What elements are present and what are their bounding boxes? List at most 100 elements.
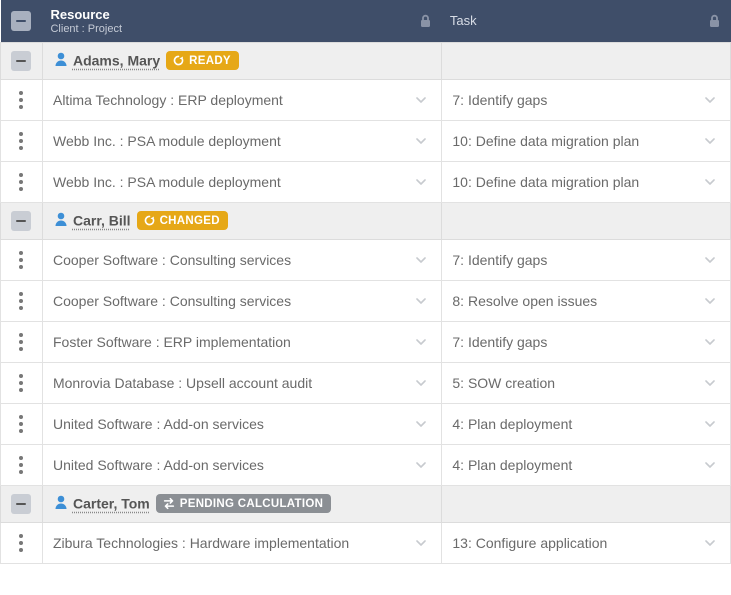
project-text: Cooper Software : Consulting services	[53, 293, 291, 309]
table-row: Monrovia Database : Upsell account audit…	[1, 362, 731, 403]
row-project-cell[interactable]: Altima Technology : ERP deployment	[42, 79, 441, 120]
table-row: United Software : Add-on services 4: Plan…	[1, 444, 731, 485]
chevron-down-icon[interactable]	[411, 414, 431, 434]
row-project-cell[interactable]: Zibura Technologies : Hardware implement…	[42, 522, 441, 563]
row-project-cell[interactable]: Monrovia Database : Upsell account audit	[42, 362, 441, 403]
row-project-cell[interactable]: Cooper Software : Consulting services	[42, 239, 441, 280]
collapse-all-button[interactable]	[11, 11, 31, 31]
group-task-cell	[442, 202, 731, 239]
row-task-cell[interactable]: 10: Define data migration plan	[442, 161, 731, 202]
task-text: 13: Configure application	[452, 535, 607, 551]
header-resource-sub: Client : Project	[50, 23, 433, 35]
project-text: Cooper Software : Consulting services	[53, 252, 291, 268]
header-collapse-cell	[1, 0, 43, 42]
task-text: 8: Resolve open issues	[452, 293, 597, 309]
chevron-down-icon[interactable]	[700, 414, 720, 434]
row-project-cell[interactable]: United Software : Add-on services	[42, 444, 441, 485]
task-text: 4: Plan deployment	[452, 416, 572, 432]
collapse-group-button[interactable]	[11, 494, 31, 514]
person-icon	[53, 211, 69, 230]
lock-icon[interactable]	[708, 14, 721, 28]
table-row: Webb Inc. : PSA module deployment 10: Def…	[1, 120, 731, 161]
chevron-down-icon[interactable]	[700, 455, 720, 475]
drag-handle-icon[interactable]	[1, 363, 42, 403]
chevron-down-icon[interactable]	[700, 332, 720, 352]
row-project-cell[interactable]: Webb Inc. : PSA module deployment	[42, 120, 441, 161]
group-resource-cell: Adams, Mary READY	[42, 42, 441, 79]
person-name-link[interactable]: Carr, Bill	[73, 213, 131, 229]
row-project-cell[interactable]: Foster Software : ERP implementation	[42, 321, 441, 362]
header-resource-title: Resource	[50, 7, 433, 22]
chevron-down-icon[interactable]	[411, 131, 431, 151]
row-task-cell[interactable]: 7: Identify gaps	[442, 79, 731, 120]
group-row: Carr, Bill CHANGED	[1, 202, 731, 239]
resource-task-table: ResourceClient : ProjectTaskAdams, MaryR…	[0, 0, 731, 564]
row-project-cell[interactable]: Cooper Software : Consulting services	[42, 280, 441, 321]
status-badge-label: READY	[189, 55, 231, 67]
header-task-cell[interactable]: Task	[442, 0, 731, 42]
collapse-group-button[interactable]	[11, 51, 31, 71]
row-task-cell[interactable]: 10: Define data migration plan	[442, 120, 731, 161]
task-text: 10: Define data migration plan	[452, 174, 639, 190]
row-project-cell[interactable]: Webb Inc. : PSA module deployment	[42, 161, 441, 202]
chevron-down-icon[interactable]	[411, 332, 431, 352]
status-badge-changed[interactable]: CHANGED	[137, 211, 228, 230]
task-text: 7: Identify gaps	[452, 334, 547, 350]
project-text: Webb Inc. : PSA module deployment	[53, 174, 281, 190]
drag-handle-icon[interactable]	[1, 121, 42, 161]
row-task-cell[interactable]: 7: Identify gaps	[442, 239, 731, 280]
table-row: Altima Technology : ERP deployment 7: Ide…	[1, 79, 731, 120]
drag-handle-icon[interactable]	[1, 445, 42, 485]
project-text: United Software : Add-on services	[53, 457, 264, 473]
table-row: Foster Software : ERP implementation 7: I…	[1, 321, 731, 362]
person-name-link[interactable]: Adams, Mary	[73, 53, 160, 69]
chevron-down-icon[interactable]	[700, 373, 720, 393]
task-text: 7: Identify gaps	[452, 92, 547, 108]
drag-handle-icon[interactable]	[1, 281, 42, 321]
drag-handle-icon[interactable]	[1, 162, 42, 202]
chevron-down-icon[interactable]	[700, 90, 720, 110]
row-task-cell[interactable]: 4: Plan deployment	[442, 403, 731, 444]
row-task-cell[interactable]: 5: SOW creation	[442, 362, 731, 403]
group-task-cell	[442, 42, 731, 79]
task-text: 5: SOW creation	[452, 375, 555, 391]
collapse-group-button[interactable]	[11, 211, 31, 231]
status-badge-pending[interactable]: PENDING CALCULATION	[156, 494, 331, 513]
drag-handle-icon[interactable]	[1, 80, 42, 120]
chevron-down-icon[interactable]	[700, 533, 720, 553]
lock-icon[interactable]	[419, 14, 432, 28]
project-text: Altima Technology : ERP deployment	[53, 92, 283, 108]
chevron-down-icon[interactable]	[411, 455, 431, 475]
drag-handle-icon[interactable]	[1, 523, 42, 563]
chevron-down-icon[interactable]	[411, 373, 431, 393]
row-project-cell[interactable]: United Software : Add-on services	[42, 403, 441, 444]
status-badge-ready[interactable]: READY	[166, 51, 239, 70]
group-collapse-cell	[1, 202, 43, 239]
chevron-down-icon[interactable]	[411, 291, 431, 311]
chevron-down-icon[interactable]	[700, 172, 720, 192]
row-task-cell[interactable]: 7: Identify gaps	[442, 321, 731, 362]
chevron-down-icon[interactable]	[700, 250, 720, 270]
chevron-down-icon[interactable]	[411, 90, 431, 110]
chevron-down-icon[interactable]	[700, 291, 720, 311]
row-task-cell[interactable]: 4: Plan deployment	[442, 444, 731, 485]
chevron-down-icon[interactable]	[411, 533, 431, 553]
project-text: United Software : Add-on services	[53, 416, 264, 432]
row-drag-cell	[1, 79, 43, 120]
row-drag-cell	[1, 161, 43, 202]
header-resource-cell[interactable]: ResourceClient : Project	[42, 0, 441, 42]
row-drag-cell	[1, 239, 43, 280]
drag-handle-icon[interactable]	[1, 322, 42, 362]
chevron-down-icon[interactable]	[700, 131, 720, 151]
row-task-cell[interactable]: 8: Resolve open issues	[442, 280, 731, 321]
status-badge-label: PENDING CALCULATION	[180, 498, 323, 510]
row-task-cell[interactable]: 13: Configure application	[442, 522, 731, 563]
status-badge-label: CHANGED	[160, 215, 220, 227]
group-task-cell	[442, 485, 731, 522]
drag-handle-icon[interactable]	[1, 240, 42, 280]
chevron-down-icon[interactable]	[411, 172, 431, 192]
task-text: 10: Define data migration plan	[452, 133, 639, 149]
person-name-link[interactable]: Carter, Tom	[73, 496, 150, 512]
chevron-down-icon[interactable]	[411, 250, 431, 270]
drag-handle-icon[interactable]	[1, 404, 42, 444]
